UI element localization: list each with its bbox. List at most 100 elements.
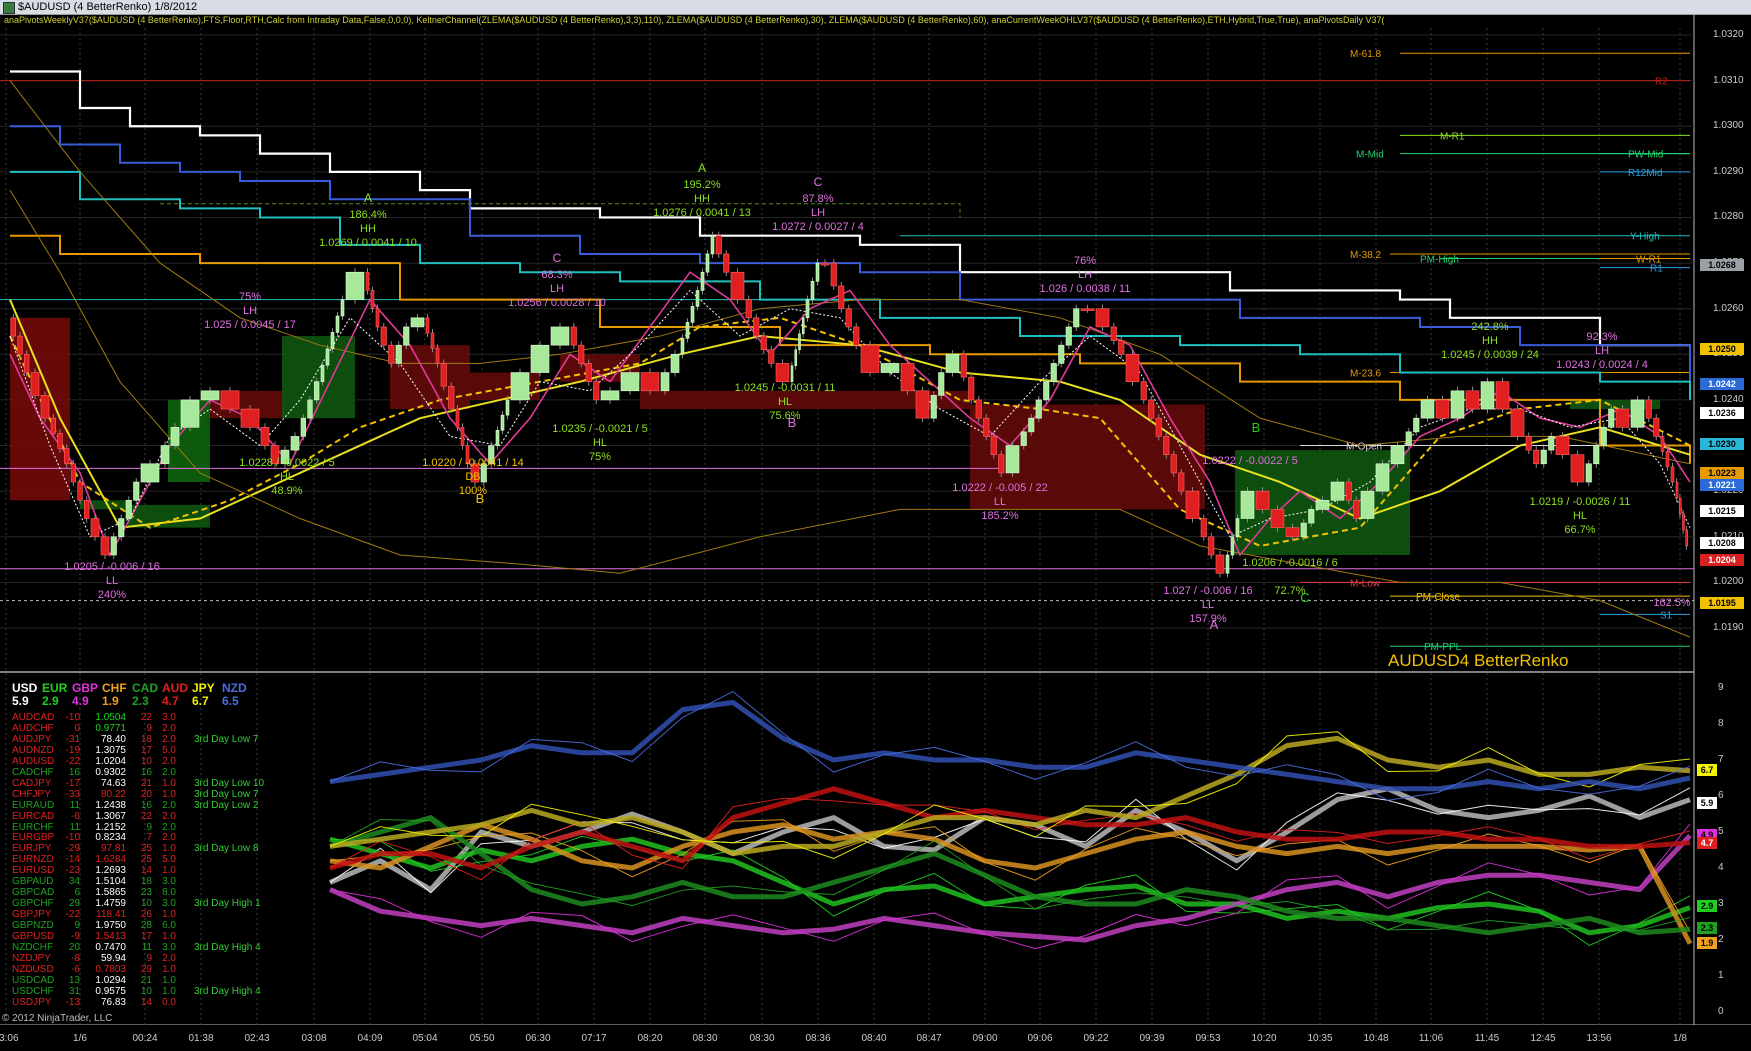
renko-bar — [410, 317, 425, 328]
renko-bar — [1125, 354, 1140, 382]
swing-label: 1.025 / 0.0045 / 17 — [204, 319, 296, 331]
renko-bar — [1155, 417, 1162, 437]
time-tick-label: 11:06 — [1418, 1033, 1444, 1044]
price-tick-label: 1.0260 — [1713, 302, 1744, 314]
price-tick-label: 1.0300 — [1713, 120, 1744, 132]
swing-label: 1.0243 / 0.0024 / 4 — [1556, 359, 1648, 371]
price-marker-badge: 1.0223 — [1700, 467, 1744, 479]
renko-bar — [1675, 481, 1679, 499]
renko-bar — [730, 271, 745, 300]
swing-label: 76% — [1074, 255, 1096, 267]
renko-bar — [340, 299, 345, 317]
renko-bar — [505, 399, 510, 416]
pair-note — [176, 713, 264, 724]
renko-bar — [1315, 499, 1330, 510]
wave-letter: B — [476, 491, 485, 506]
renko-bar — [600, 390, 620, 401]
swing-label: 1.0276 / 0.0041 / 13 — [653, 207, 751, 219]
strength-tick-label: 0 — [1718, 1006, 1724, 1017]
renko-bar — [70, 463, 76, 483]
renko-bar — [260, 426, 270, 446]
time-axis[interactable]: 23:06 1/6 00:24 01:38 02:43 03:08 04:09 05:04 05… — [0, 1025, 1751, 1051]
renko-bar — [775, 363, 790, 382]
renko-bar — [1405, 431, 1412, 446]
pair-a: -6 — [71, 810, 80, 822]
currency-gbp: GBP 4.9 — [72, 682, 98, 708]
renko-bar — [1345, 481, 1352, 501]
time-tick-label: 07:17 — [581, 1033, 607, 1044]
time-tick-label: 23:06 — [0, 1033, 19, 1044]
renko-bar — [1035, 399, 1042, 419]
currency-code: EUR — [42, 681, 68, 695]
swing-label: 1.0206 / -0.0016 / 6 — [1242, 557, 1337, 569]
renko-bar — [745, 299, 752, 319]
renko-bar — [1308, 509, 1315, 524]
pair-note — [176, 855, 264, 866]
strength-tick-label: 8 — [1718, 718, 1724, 729]
renko-bar — [723, 253, 730, 273]
renko-bar — [1118, 340, 1125, 355]
renko-bar — [1450, 390, 1465, 419]
swing-label: HH — [360, 223, 376, 235]
renko-bar — [50, 417, 56, 434]
pair-name: EURAUD — [12, 799, 55, 811]
swing-label: 1.0220 / -0.0041 / 14 — [422, 457, 524, 469]
price-marker-badge: 1.0236 — [1700, 407, 1744, 419]
renko-bar — [403, 326, 410, 346]
time-tick-label: 13:56 — [1586, 1033, 1612, 1044]
renko-bar — [460, 426, 465, 446]
price-tick-label: 1.0280 — [1713, 211, 1744, 223]
swing-label: 195.2% — [683, 179, 721, 191]
renko-bar — [1330, 481, 1345, 501]
time-tick-label: 08:36 — [805, 1033, 831, 1044]
currency-code: CHF — [102, 681, 127, 695]
price-tick-label: 1.0310 — [1713, 74, 1744, 86]
swing-label: 1.0269 / 0.0041 / 10 — [319, 237, 417, 249]
renko-bar — [1555, 436, 1570, 455]
swing-label: 1.0222 / -0.005 / 22 — [952, 482, 1047, 494]
currency-code: CAD — [132, 681, 158, 695]
time-tick-label: 11:45 — [1474, 1033, 1500, 1044]
renko-bar — [430, 332, 435, 349]
wave-letter: C — [1300, 590, 1309, 605]
renko-bar — [1020, 431, 1027, 446]
swing-label: HL — [593, 437, 607, 449]
renko-bar — [425, 317, 430, 334]
swing-label: 1.0222 / -0.0022 / 5 — [1202, 455, 1297, 467]
pair-name: EURCAD — [12, 810, 55, 822]
swing-label: 185.2% — [981, 510, 1019, 522]
swing-label: 1.0228 / -0.0022 / 5 — [239, 457, 334, 469]
renko-bar — [880, 363, 900, 373]
time-tick-label: 12:45 — [1530, 1033, 1556, 1044]
pair-note — [176, 877, 264, 888]
renko-bar — [1170, 454, 1177, 474]
renko-bar — [40, 395, 50, 419]
wave-letter: B — [788, 415, 797, 430]
renko-bar — [314, 381, 320, 401]
renko-bar — [578, 344, 585, 364]
time-tick-label: 1/6 — [73, 1033, 87, 1044]
renko-bar — [830, 262, 837, 287]
swing-label: 1.0245 / 0.0039 / 24 — [1441, 349, 1539, 361]
swing-label: HH — [694, 193, 710, 205]
renko-bar — [1525, 436, 1532, 451]
strength-tick-label: 9 — [1718, 682, 1724, 693]
strength-tick-label: 5 — [1718, 826, 1724, 837]
swing-label: 162.5% — [1653, 597, 1691, 609]
renko-bar — [670, 354, 680, 373]
swing-label: 186.4% — [349, 209, 387, 221]
renko-bar — [1285, 527, 1300, 538]
renko-bar — [760, 335, 767, 351]
pivot-label: PW-Mid — [1628, 150, 1663, 161]
pair-c: 1.0 — [162, 788, 176, 800]
swing-label: LH — [1078, 269, 1092, 281]
renko-bar — [1465, 390, 1480, 410]
renko-bar — [1390, 445, 1405, 465]
pair-row: EURAUD 11 1.2438 16 2.0 3rd Day Low 2 — [12, 799, 264, 812]
renko-bar — [585, 363, 592, 382]
swing-label: LH — [811, 207, 825, 219]
renko-bar — [998, 454, 1005, 474]
price-tick-label: 1.0240 — [1713, 393, 1744, 405]
pair-note: 3rd Day Low 7 — [194, 788, 259, 800]
renko-bar — [768, 349, 775, 364]
